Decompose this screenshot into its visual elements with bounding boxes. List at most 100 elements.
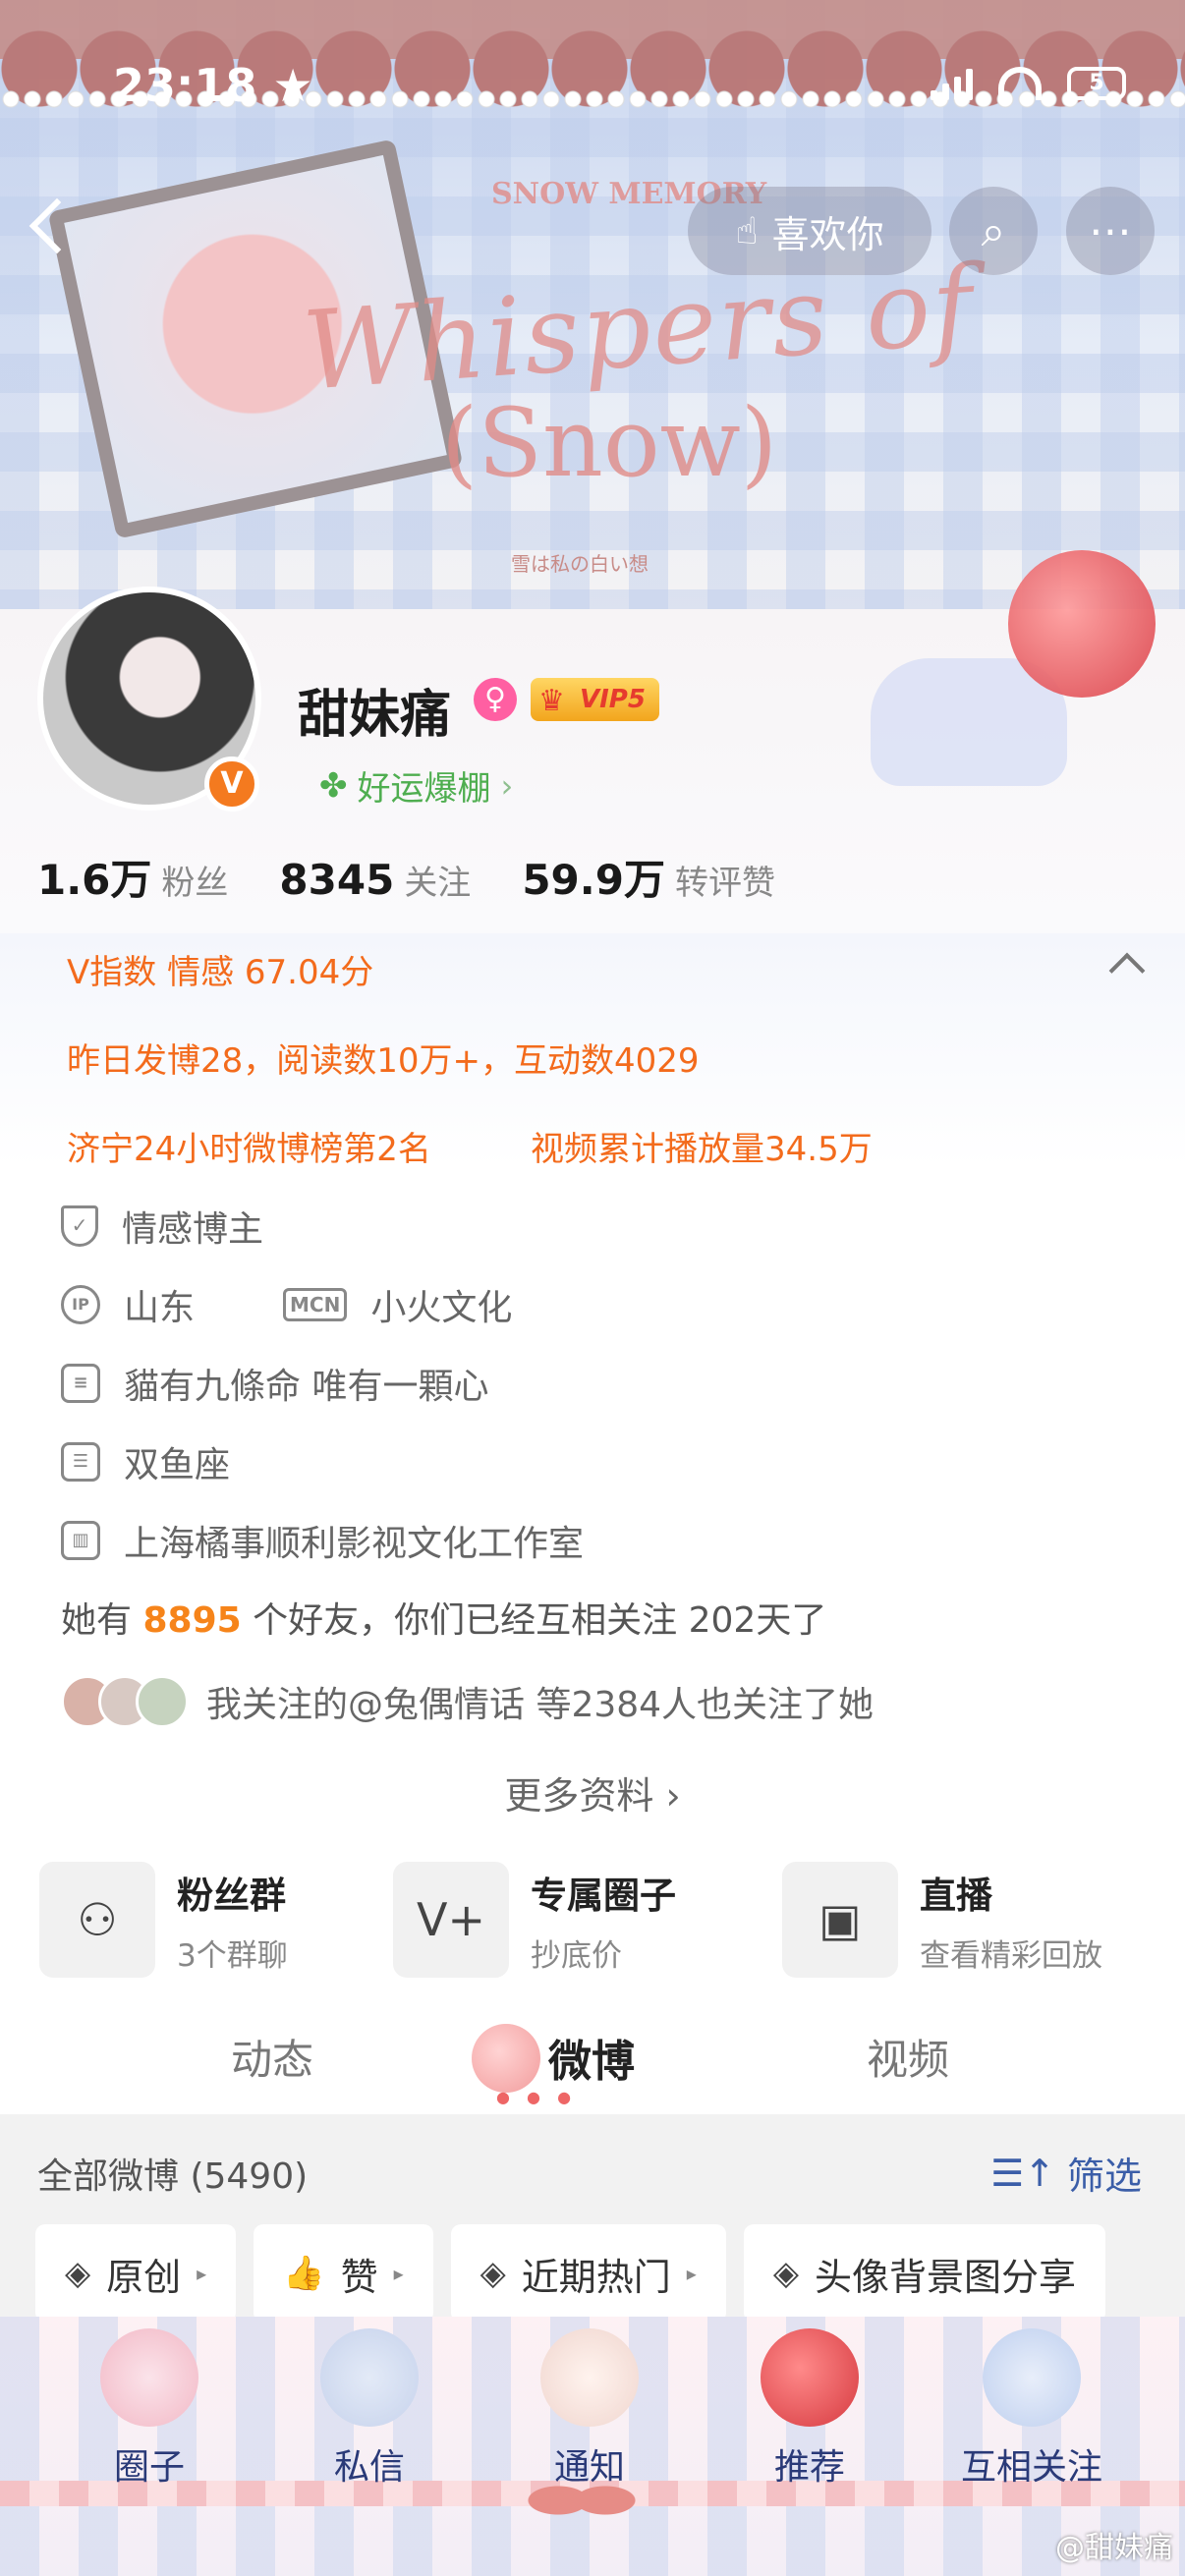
like-you-label: 喜欢你: [771, 212, 884, 256]
like-you-button[interactable]: ☝ 喜欢你: [688, 187, 931, 275]
search-icon: ⌕: [981, 205, 1006, 256]
layers-icon: ◈: [480, 2254, 506, 2293]
bio-row: ≡ 貓有九條命 唯有一顆心: [61, 1358, 488, 1409]
building-icon: ▥: [61, 1521, 100, 1560]
search-button[interactable]: ⌕: [949, 187, 1038, 275]
qa-sub: 查看精彩回放: [920, 1937, 1102, 1974]
signal-icon: [931, 67, 973, 100]
apple-icon: [761, 2328, 859, 2427]
company-text[interactable]: 上海橘事顺利影视文化工作室: [124, 1515, 584, 1566]
filter-icon: ☰↑: [990, 2151, 1055, 2195]
v-index[interactable]: V指数 情感 67.04分: [67, 945, 373, 993]
exclusive-circle-action[interactable]: V+ 专属圈子 抄底价: [393, 1862, 676, 1978]
chevron-right-icon: ›: [665, 1774, 681, 1818]
hand-heart-icon: ☝: [735, 209, 759, 252]
location-row: IP 山东 MCN 小火文化: [61, 1279, 512, 1330]
tab-indicator: ● ● ●: [496, 2088, 578, 2106]
chip-recent-hot[interactable]: ◈ 近期热门 ▸: [450, 2224, 726, 2323]
chip-label: 近期热门: [521, 2255, 671, 2299]
banner-subtitle: (Snow): [440, 388, 778, 498]
stat-number: 59.9万: [522, 856, 665, 904]
nav-label: 圈子: [113, 2447, 185, 2488]
nav-messages[interactable]: 私信: [271, 2328, 468, 2490]
chip-avatar-bg-share[interactable]: ◈ 头像背景图分享: [743, 2224, 1106, 2323]
luck-status[interactable]: ✤ 好运爆棚 ›: [319, 761, 513, 810]
tab-weibo[interactable]: 微博: [548, 2026, 635, 2089]
filter-button[interactable]: ☰↑ 筛选: [990, 2146, 1142, 2200]
female-gender-icon: ♀: [474, 678, 517, 721]
status-bar: 23:18 ★ 5: [0, 59, 1185, 118]
tab-activity[interactable]: 动态: [231, 2027, 313, 2087]
chip-likes[interactable]: 👍 赞 ▸: [254, 2224, 433, 2323]
triangle-right-icon: ▸: [197, 2262, 207, 2285]
live-action[interactable]: ▣ 直播 查看精彩回放: [782, 1862, 1102, 1978]
friends-prefix: 她有: [61, 1600, 133, 1641]
bear-icon: [983, 2328, 1081, 2427]
stat-followers[interactable]: 1.6万 粉丝: [37, 847, 228, 907]
stat-label: 转评赞: [674, 864, 775, 903]
also-following-row[interactable]: 我关注的@兔偶情话 等2384人也关注了她: [61, 1675, 874, 1728]
qa-sub: 抄底价: [531, 1937, 622, 1974]
friends-suffix: 个好友，你们已经互相关注: [253, 1600, 678, 1641]
fans-group-action[interactable]: ⚇ 粉丝群 3个群聊: [39, 1862, 288, 1978]
nav-label: 私信: [333, 2447, 405, 2488]
luck-label: 好运爆棚: [357, 769, 491, 809]
zodiac-row: ☰ 双鱼座: [61, 1436, 230, 1487]
mini-avatars: [61, 1675, 189, 1728]
vip-level: VIP5: [580, 685, 646, 714]
chip-original[interactable]: ◈ 原创 ▸: [35, 2224, 237, 2323]
more-info-label: 更多资料: [504, 1774, 654, 1818]
nav-recommend[interactable]: 推荐: [711, 2328, 908, 2490]
avatar: [136, 1675, 189, 1728]
status-time: 23:18 ★: [113, 59, 313, 112]
bow-decoration: [523, 2461, 641, 2540]
tab-video[interactable]: 视频: [867, 2027, 949, 2087]
feed-title: 全部微博 (5490): [37, 2156, 309, 2197]
banner-caption: 雪は私の白い想: [511, 552, 649, 576]
stat-number: 8345: [279, 856, 395, 904]
chip-label: 赞: [340, 2255, 378, 2299]
calendar-icon: ☰: [61, 1442, 100, 1482]
more-button[interactable]: ⋯: [1066, 187, 1155, 275]
group-icon: ⚇: [39, 1862, 155, 1978]
stat-following[interactable]: 8345 关注: [279, 856, 471, 904]
cupcake-icon: [540, 2328, 639, 2427]
verified-v-icon: V: [204, 756, 259, 812]
vip-badge[interactable]: ♛ VIP5: [531, 678, 659, 721]
ranking-text[interactable]: 济宁24小时微博榜第2名: [67, 1122, 431, 1170]
bio-text: 貓有九條命 唯有一顆心: [124, 1367, 489, 1407]
role-text: 情感博主: [122, 1209, 264, 1250]
mcn-text[interactable]: 小火文化: [370, 1279, 512, 1330]
more-info-link[interactable]: 更多资料 ›: [0, 1765, 1185, 1820]
nav-label: 互相关注: [960, 2447, 1102, 2488]
video-plays-text: 视频累计播放量34.5万: [531, 1130, 873, 1169]
thumbs-up-icon: 👍: [283, 2254, 325, 2293]
stat-reposts-likes[interactable]: 59.9万 转评赞: [522, 847, 775, 907]
location-text: 山东: [124, 1288, 196, 1328]
message-icon: [320, 2328, 419, 2427]
feed-chips: ◈ 原创 ▸ 👍 赞 ▸ ◈ 近期热门 ▸ ◈ 头像背景图分享: [35, 2224, 1106, 2323]
username: 甜妹痛: [298, 686, 452, 745]
triangle-right-icon: ▸: [393, 2262, 404, 2285]
stat-label: 粉丝: [161, 864, 229, 903]
qa-title: 粉丝群: [177, 1874, 286, 1917]
company-row: ▥ 上海橘事顺利影视文化工作室: [61, 1515, 584, 1566]
status-icons: 5: [931, 67, 1126, 100]
role-row: ✓ 情感博主: [61, 1201, 263, 1252]
qa-title: 专属圈子: [531, 1874, 676, 1917]
nav-label: 推荐: [773, 2447, 845, 2488]
nav-mutual-follow[interactable]: 互相关注: [933, 2328, 1130, 2490]
filter-label: 筛选: [1066, 2155, 1142, 2198]
zodiac-text: 双鱼座: [124, 1445, 231, 1485]
crown-icon: ♛: [538, 684, 565, 718]
nav-circle[interactable]: 圈子: [51, 2328, 248, 2490]
watermark: @甜妹痛: [1055, 2531, 1173, 2565]
profile-stats: 1.6万 粉丝 8345 关注 59.9万 转评赞: [37, 847, 775, 907]
clover-icon: ✤: [319, 765, 348, 806]
chip-label: 原创: [106, 2255, 182, 2299]
qa-sub: 3个群聊: [177, 1937, 288, 1974]
tv-icon: ▣: [782, 1862, 898, 1978]
heart-icon: [100, 2328, 198, 2427]
layers-icon: ◈: [772, 2254, 799, 2293]
mutual-friends-text: 她有 8895 个好友，你们已经互相关注 202天了: [61, 1592, 826, 1643]
